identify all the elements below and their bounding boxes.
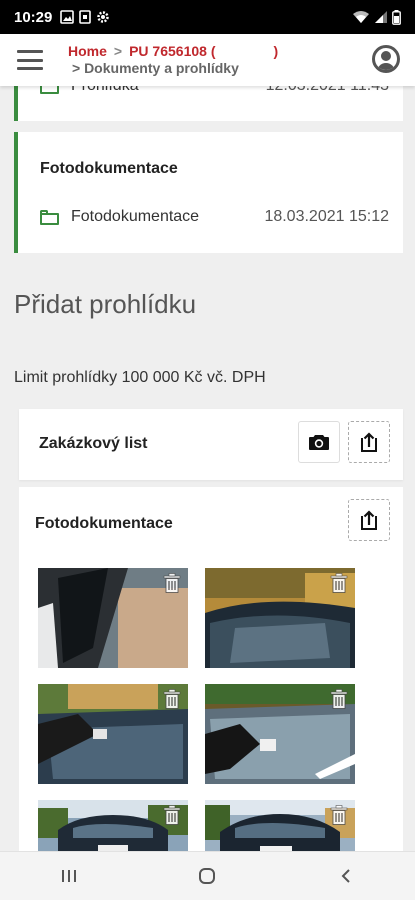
photo-thumbnail[interactable] <box>205 568 355 668</box>
account-icon[interactable] <box>372 45 400 73</box>
delete-icon <box>163 573 181 593</box>
breadcrumb: Home > PU 7656108 ( ) > Dokumenty a proh… <box>68 43 278 77</box>
photo-upload-card: Fotodokumentace <box>19 487 403 867</box>
status-icons-left <box>60 10 110 24</box>
folder-date: 18.03.2021 15:12 <box>264 208 389 225</box>
delete-icon <box>163 805 181 825</box>
home-button[interactable] <box>187 861 227 891</box>
image-notification-icon <box>60 10 75 24</box>
inspection-limit: Limit prohlídky 100 000 Kč vč. DPH <box>14 369 266 386</box>
breadcrumb-case-close: ) <box>273 43 279 59</box>
camera-button[interactable] <box>298 421 340 463</box>
home-icon <box>199 868 216 884</box>
photo-thumbnail[interactable] <box>205 684 355 784</box>
breadcrumb-case[interactable]: PU 7656108 ( <box>129 43 215 60</box>
back-icon <box>341 869 350 883</box>
section-heading: Přidat prohlídku <box>14 289 197 319</box>
signal-icon <box>375 11 387 23</box>
delete-icon <box>330 805 348 825</box>
breadcrumb-separator: > <box>113 43 123 59</box>
menu-icon[interactable] <box>17 50 43 70</box>
card-title: Fotodokumentace <box>40 160 178 177</box>
upload-icon <box>361 432 377 452</box>
breadcrumb-home[interactable]: Home <box>68 43 107 60</box>
upload-icon <box>361 510 377 530</box>
folder-row-photos[interactable]: Fotodokumentace 18.03.2021 15:12 <box>40 208 389 226</box>
delete-icon <box>163 689 181 709</box>
status-time: 10:29 <box>14 8 53 26</box>
delete-icon <box>330 689 348 709</box>
photo-thumbnail[interactable] <box>38 568 188 668</box>
back-button[interactable] <box>326 861 366 891</box>
photo-section-title: Fotodokumentace <box>35 515 173 532</box>
order-sheet-title: Zakázkový list <box>39 435 148 452</box>
app-bar: Home > PU 7656108 ( ) > Dokumenty a proh… <box>0 34 415 86</box>
delete-icon <box>330 573 348 593</box>
status-icons-right <box>352 9 401 25</box>
status-bar: 10:29 <box>0 0 415 34</box>
recent-apps-icon <box>62 870 77 882</box>
battery-icon <box>392 9 401 25</box>
system-nav-bar <box>0 851 415 900</box>
upload-button[interactable] <box>348 499 390 541</box>
camera-icon <box>309 435 329 450</box>
document-notification-icon <box>79 10 92 24</box>
inspection-card: Prohlídka 12.03.2021 11:43 <box>14 77 403 121</box>
folder-icon <box>40 209 59 225</box>
settings-notification-icon <box>97 11 110 23</box>
photo-documentation-card: Fotodokumentace Fotodokumentace 18.03.20… <box>14 132 403 253</box>
photo-thumbnail[interactable] <box>38 684 188 784</box>
folder-label: Fotodokumentace <box>71 208 200 225</box>
breadcrumb-current[interactable]: > Dokumenty a prohlídky <box>68 60 278 77</box>
order-sheet-card: Zakázkový list <box>19 409 403 480</box>
upload-button[interactable] <box>348 421 390 463</box>
recent-apps-button[interactable] <box>49 861 89 891</box>
wifi-icon <box>353 11 369 23</box>
